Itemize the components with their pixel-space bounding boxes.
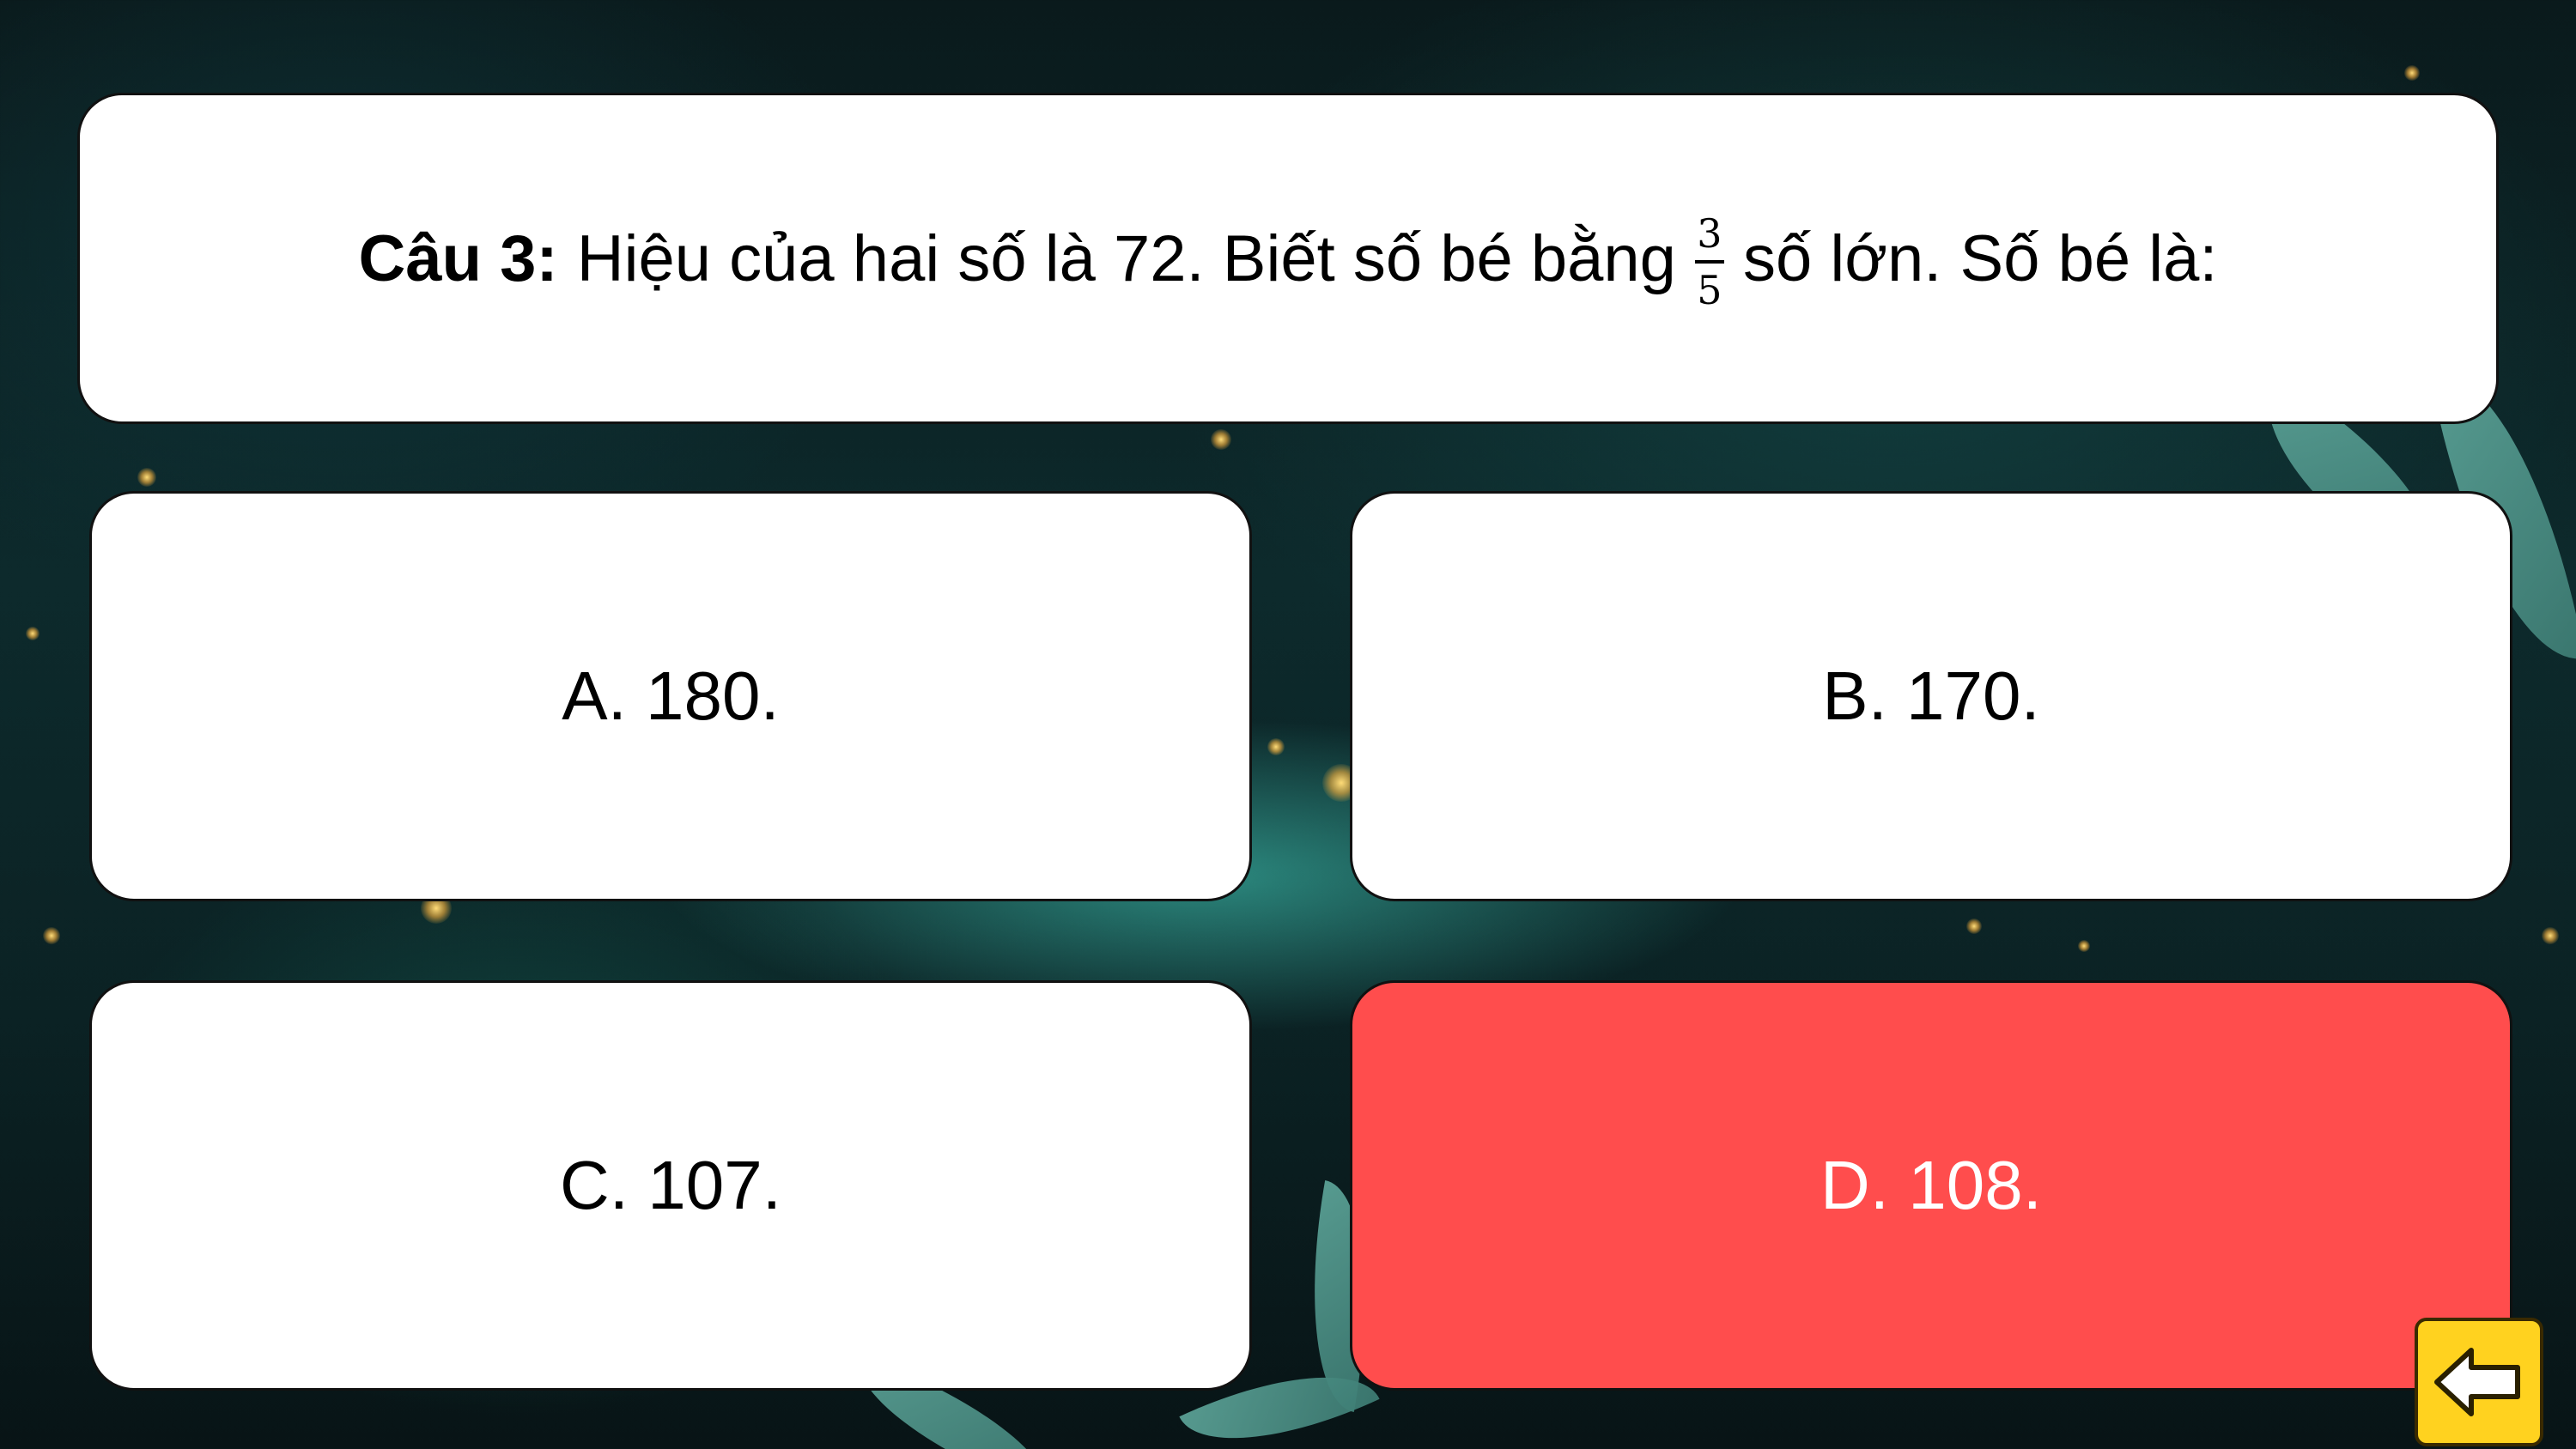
answer-c-button[interactable]: C. 107.: [89, 980, 1252, 1391]
arrow-left-icon: [2434, 1348, 2520, 1416]
question-card: Câu 3: Hiệu của hai số là 72. Biết số bé…: [77, 93, 2499, 424]
firefly-glow: [2542, 927, 2559, 944]
answer-b-button[interactable]: B. 170.: [1350, 491, 2512, 901]
fraction-bar: [1694, 260, 1724, 264]
answer-d-button[interactable]: D. 108.: [1350, 980, 2512, 1391]
question-text-before: Hiệu của hai số là 72. Biết số bé bằng: [576, 221, 1676, 295]
firefly-glow: [2404, 65, 2420, 81]
fraction-denominator: 5: [1697, 267, 1722, 313]
question-text-after: số lớn. Số bé là:: [1742, 221, 2218, 295]
answer-b-label: B. 170.: [1822, 658, 2040, 734]
question-text: Câu 3: Hiệu của hai số là 72. Biết số bé…: [358, 210, 2218, 310]
firefly-glow: [43, 927, 60, 944]
firefly-glow: [2078, 940, 2090, 952]
answer-c-label: C. 107.: [560, 1147, 781, 1223]
fraction: 3 5: [1694, 210, 1724, 313]
firefly-glow: [26, 627, 39, 640]
answer-a-label: A. 180.: [562, 658, 780, 734]
question-label: Câu 3:: [358, 221, 558, 295]
firefly-glow: [1211, 429, 1231, 450]
fraction-numerator: 3: [1697, 210, 1722, 257]
firefly-glow: [1966, 919, 1982, 934]
answer-a-button[interactable]: A. 180.: [89, 491, 1252, 901]
answer-d-label: D. 108.: [1820, 1147, 2042, 1223]
firefly-glow: [1267, 738, 1285, 755]
back-button[interactable]: [2415, 1318, 2543, 1446]
firefly-glow: [137, 468, 156, 487]
